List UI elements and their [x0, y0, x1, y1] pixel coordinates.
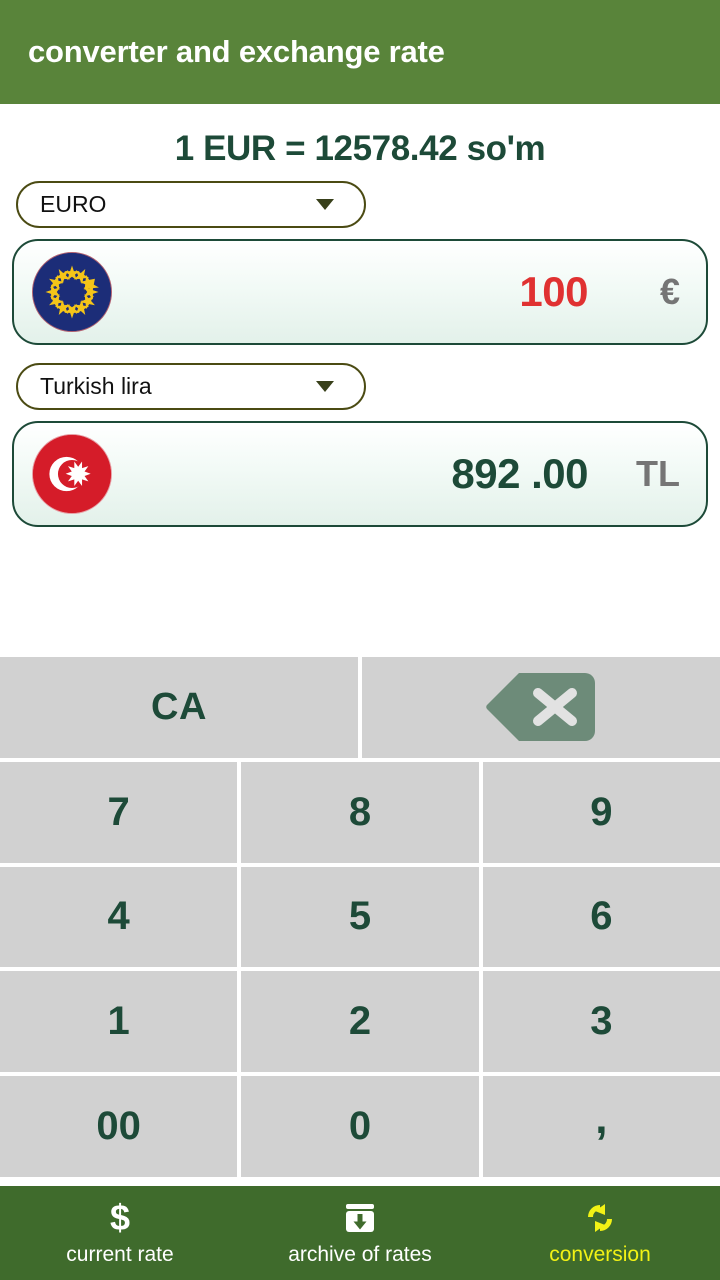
- nav-item-archive-of-rates[interactable]: archive of rates: [240, 1199, 480, 1267]
- nav-item-conversion[interactable]: conversion: [480, 1199, 720, 1267]
- from-currency-label: EURO: [40, 191, 107, 217]
- key-9[interactable]: 9: [482, 761, 720, 863]
- from-amount-value: 100: [519, 268, 588, 315]
- keypad-row-zero: 00 0 ,: [0, 1076, 720, 1177]
- from-currency-row: EURO: [0, 181, 720, 228]
- keypad-row-789: 7 8 9: [0, 761, 720, 863]
- key-5[interactable]: 5: [241, 866, 479, 968]
- to-currency-row: Turkish lira: [0, 363, 720, 410]
- bottom-navigation: $ current rate archive of rates conversi…: [0, 1186, 720, 1280]
- app-header: converter and exchange rate: [0, 0, 720, 104]
- to-currency-label: Turkish lira: [40, 373, 152, 399]
- turkish-flag-icon: [32, 434, 112, 514]
- converter-panel: 1 EUR = 12578.42 so'm EURO 100 € Turkish…: [0, 104, 720, 527]
- key-3[interactable]: 3: [482, 971, 720, 1073]
- nav-label-archive-of-rates: archive of rates: [288, 1243, 432, 1266]
- chevron-down-icon: [316, 381, 334, 392]
- to-amount-value: 892 .00: [451, 450, 588, 497]
- keypad-row-actions: CA: [0, 657, 720, 758]
- key-4[interactable]: 4: [0, 866, 238, 968]
- to-amount-field[interactable]: 892 .00 TL: [12, 421, 708, 527]
- swap-arrows-icon: [582, 1199, 618, 1237]
- key-2[interactable]: 2: [241, 971, 479, 1073]
- eu-flag-icon: [32, 252, 112, 332]
- clear-all-key[interactable]: CA: [0, 657, 358, 758]
- page-title: converter and exchange rate: [28, 34, 445, 69]
- numeric-keypad: CA 7 8 9 4 5 6 1 2 3 00 0 ,: [0, 657, 720, 1177]
- key-comma[interactable]: ,: [482, 1076, 720, 1177]
- from-amount-field[interactable]: 100 €: [12, 239, 708, 345]
- backspace-key[interactable]: [362, 657, 720, 758]
- nav-label-current-rate: current rate: [66, 1243, 174, 1266]
- to-currency-select[interactable]: Turkish lira: [16, 363, 366, 410]
- keypad-row-456: 4 5 6: [0, 866, 720, 968]
- key-7[interactable]: 7: [0, 761, 238, 863]
- exchange-rate-line: 1 EUR = 12578.42 so'm: [174, 129, 546, 168]
- backspace-icon: [485, 671, 597, 743]
- from-currency-select[interactable]: EURO: [16, 181, 366, 228]
- chevron-down-icon: [316, 199, 334, 210]
- dollar-icon: $: [109, 1197, 131, 1238]
- nav-item-current-rate[interactable]: $ current rate: [0, 1199, 240, 1267]
- nav-label-conversion: conversion: [549, 1243, 651, 1266]
- archive-download-icon: [342, 1199, 378, 1237]
- key-0[interactable]: 0: [241, 1076, 479, 1177]
- key-1[interactable]: 1: [0, 971, 238, 1073]
- keypad-row-123: 1 2 3: [0, 971, 720, 1073]
- key-8[interactable]: 8: [241, 761, 479, 863]
- from-currency-symbol: €: [659, 271, 680, 312]
- to-currency-symbol: TL: [636, 453, 680, 494]
- key-double-zero[interactable]: 00: [0, 1076, 238, 1177]
- key-6[interactable]: 6: [482, 866, 720, 968]
